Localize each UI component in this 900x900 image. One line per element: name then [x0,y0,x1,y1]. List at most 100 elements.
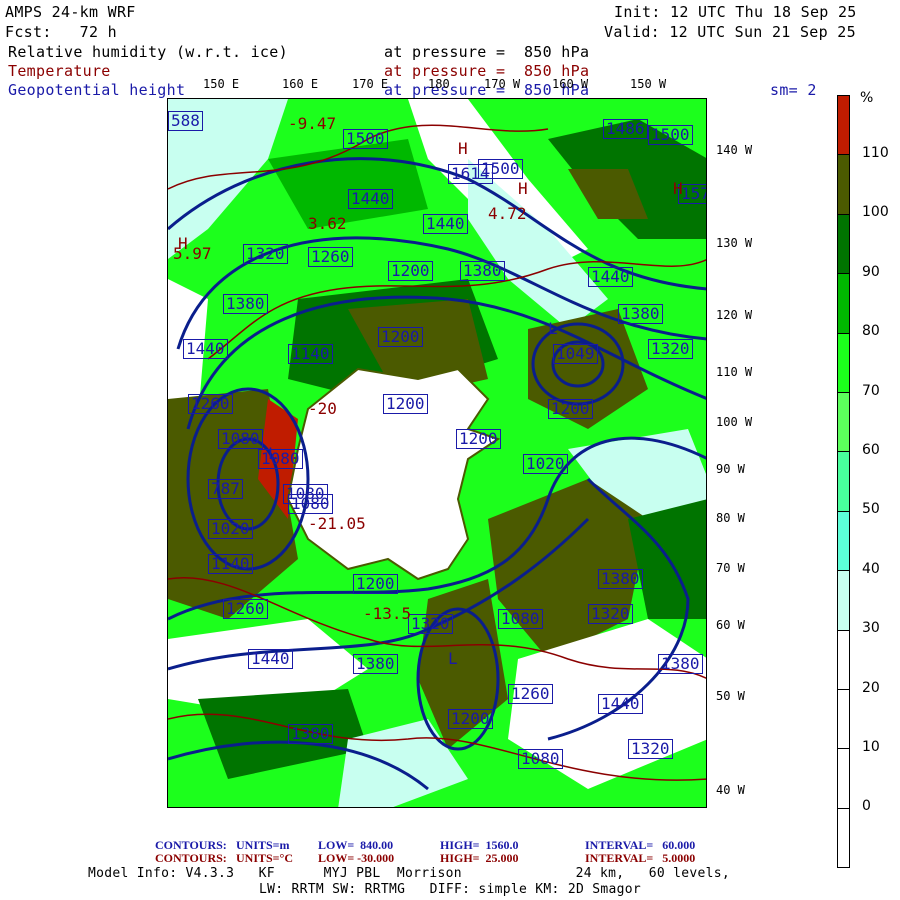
height-contour-label: 1260 [223,599,268,619]
height-contour-label: 1200 [448,709,493,729]
height-contour-label: 1320 [648,339,693,359]
top-axis-label: 160 W [552,77,589,91]
height-contour-label: 1320 [628,739,673,759]
pressure-center-marker: L [448,649,458,668]
right-axis-label: 40 W [716,783,745,797]
colorbar-swatch [837,689,850,750]
right-axis-label: 50 W [716,689,745,703]
colorbar-label: 100 [862,204,889,221]
model-info-line-1: Model Info: V4.3.3 KF MYJ PBL Morrison 2… [88,866,731,881]
temperature-contour-label: -21.05 [308,514,366,533]
right-axis-label: 120 W [716,308,753,322]
temp-contours-low: LOW= -30.000 [318,851,395,865]
colorbar-label: 50 [862,501,880,518]
height-contour-label: 1080 [218,429,263,449]
colorbar-swatch [837,807,850,869]
height-contour-label: 1200 [383,394,428,414]
height-contour-label: 1080 [258,449,303,469]
weather-map-page: AMPS 24-km WRF Fcst: 72 h Init: 12 UTC T… [0,0,900,900]
height-contour-label: 1440 [248,649,293,669]
model-title: AMPS 24-km WRF [5,3,136,21]
height-contour-label: 1380 [223,294,268,314]
colorbar-label: 110 [862,145,889,161]
map-panel: 5881500161414861500150015711440144013201… [167,98,707,808]
height-contour-label: 1200 [388,261,433,281]
colorbar-label: 70 [862,382,880,399]
pressure-center-marker: L [548,319,558,338]
height-contour-label: 1440 [183,339,228,359]
height-contour-label: 1380 [598,569,643,589]
colorbar-label: 80 [862,323,880,340]
colorbar-label: 40 [862,560,880,577]
height-contour-label: 1200 [353,574,398,594]
pressure-center-marker: H [458,139,468,158]
right-axis-label: 110 W [716,365,753,379]
height-contour-label: 1380 [658,654,703,674]
height-contour-label: 1140 [208,554,253,574]
model-info-line-2: LW: RRTM SW: RRTMG DIFF: simple KM: 2D S… [259,882,641,897]
top-axis-label: 150 E [203,77,240,91]
right-axis-label: 70 W [716,561,745,575]
height-contour-label: 1260 [308,247,353,267]
temperature-contour-label: -13.5 [363,604,412,623]
right-axis-label: 80 W [716,511,745,525]
colorbar-swatch [837,510,850,572]
height-contour-label: 1380 [353,654,398,674]
height-contour-label: 1049 [553,344,598,364]
colorbar-label: 30 [862,620,880,637]
top-axis-label: 180 [428,77,450,91]
height-contour-label: 1500 [648,125,693,145]
colorbar-unit: % [860,90,874,106]
right-axis-label: 100 W [716,415,753,429]
height-contour-label: 588 [168,111,203,131]
colorbar-swatch [837,748,850,809]
temp-contours-units: UNITS=°C [236,851,293,865]
temp-contours-high: HIGH= 25.000 [440,851,519,865]
height-contour-label: 1500 [478,159,523,179]
height-contour-label: 1440 [598,694,643,714]
height-contour-label: 1440 [348,189,393,209]
height-contour-label: 1080 [288,494,333,514]
top-axis-label: 170 W [484,77,521,91]
height-contour-label: 1080 [498,609,543,629]
colorbar-swatch [837,95,850,156]
field-height-name: Geopotential height [8,81,186,99]
top-axis-label: 150 W [630,77,667,91]
colorbar-swatch [837,392,850,453]
colorbar-label: 10 [862,739,880,755]
colorbar-swatch [837,273,850,334]
colorbar-label: 90 [862,263,880,280]
height-contour-label: 1320 [408,614,453,634]
height-contour-label: 1380 [618,304,663,324]
field-temp-name: Temperature [8,62,111,80]
right-axis-label: 130 W [716,236,753,250]
field-rh-level: at pressure = 850 hPa [384,43,590,61]
pressure-center-marker: H [673,179,683,198]
colorbar-label: 0 [862,798,871,815]
temperature-contour-label: -20 [308,399,337,418]
temp-contours-label: CONTOURS: [155,851,227,865]
temperature-contour-label: 4.72 [488,204,527,223]
height-contour-label: 1260 [188,394,233,414]
smoothing-label: sm= 2 [770,81,817,99]
temp-contours-interval: INTERVAL= 5.0000 [585,851,696,865]
forecast-hour: Fcst: 72 h [5,23,117,41]
valid-time: Valid: 12 UTC Sun 21 Sep 25 [604,23,856,41]
height-contour-label: 787 [208,479,243,499]
init-time: Init: 12 UTC Thu 18 Sep 25 [614,3,857,21]
height-contour-label: 1440 [423,214,468,234]
colorbar-label: 60 [862,442,880,458]
height-contour-label: 1320 [588,604,633,624]
height-contour-label: 1380 [288,724,333,744]
height-contour-label: 1080 [518,749,563,769]
colorbar-label: 20 [862,679,880,696]
field-rh-name: Relative humidity (w.r.t. ice) [8,43,288,61]
height-contour-label: 1140 [288,344,333,364]
right-axis-label: 140 W [716,143,753,157]
height-contour-label: 1200 [456,429,501,449]
height-contour-label: 1500 [343,129,388,149]
height-contour-label: 1200 [378,327,423,347]
colorbar-swatch [837,332,850,393]
colorbar-swatch [837,451,850,512]
top-axis-label: 160 E [282,77,319,91]
